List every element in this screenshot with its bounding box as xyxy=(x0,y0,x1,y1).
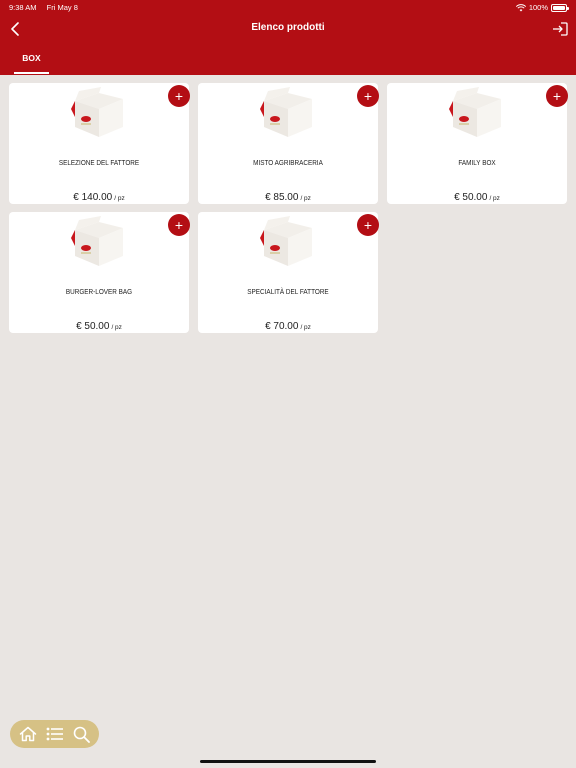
bottom-nav xyxy=(10,720,99,748)
product-box-image xyxy=(260,87,312,137)
sign-in-icon xyxy=(553,22,568,36)
status-left: 9:38 AM Fri May 8 xyxy=(9,3,86,12)
app-header: 9:38 AM Fri May 8 100% Elenco prodotti B… xyxy=(0,0,576,75)
product-name: SELEZIONE DEL FATTORE xyxy=(58,158,140,167)
add-to-cart-button[interactable]: + xyxy=(168,214,190,236)
add-to-cart-button[interactable]: + xyxy=(357,85,379,107)
search-icon xyxy=(73,726,90,743)
product-price: € 50.00 xyxy=(76,321,110,332)
status-time: 9:38 AM xyxy=(9,3,37,12)
battery-icon xyxy=(551,3,569,12)
product-name: FAMILY BOX xyxy=(458,158,496,167)
add-to-cart-button[interactable]: + xyxy=(546,85,568,107)
list-icon xyxy=(46,727,63,741)
product-box-image xyxy=(71,87,123,137)
price-row: € 140.00/ pz xyxy=(9,187,189,205)
home-icon xyxy=(19,726,36,742)
product-name: BURGER-LOVER BAG xyxy=(65,287,133,296)
product-price: € 70.00 xyxy=(265,321,299,332)
search-button[interactable] xyxy=(71,723,93,745)
plus-icon: + xyxy=(174,217,184,233)
product-price: € 85.00 xyxy=(265,192,299,203)
add-to-cart-button[interactable]: + xyxy=(357,214,379,236)
product-price: € 50.00 xyxy=(454,192,488,203)
price-row: € 70.00/ pz xyxy=(198,316,378,334)
product-card[interactable]: BURGER-LOVER BAG € 50.00/ pz + xyxy=(9,212,190,334)
plus-icon: + xyxy=(174,88,184,104)
login-button[interactable] xyxy=(550,19,570,39)
product-name: SPECIALITÀ DEL FATTORE xyxy=(247,287,329,296)
product-box-image xyxy=(260,216,312,266)
product-card[interactable]: SPECIALITÀ DEL FATTORE € 70.00/ pz + xyxy=(198,212,379,334)
price-row: € 50.00/ pz xyxy=(9,316,189,334)
price-row: € 85.00/ pz xyxy=(198,187,378,205)
plus-icon: + xyxy=(552,88,562,104)
product-card[interactable]: FAMILY BOX € 50.00/ pz + xyxy=(387,83,568,205)
price-unit: / pz xyxy=(300,195,311,202)
plus-icon: + xyxy=(363,217,373,233)
status-right: 100% xyxy=(515,3,569,12)
list-button[interactable] xyxy=(44,723,66,745)
tab-box-label: BOX xyxy=(22,53,41,63)
product-box-image xyxy=(449,87,501,137)
battery-percent: 100% xyxy=(528,3,548,12)
price-unit: / pz xyxy=(300,324,311,331)
tab-active-indicator xyxy=(14,72,49,74)
status-bar: 9:38 AM Fri May 8 100% xyxy=(0,0,576,14)
product-card[interactable]: MISTO AGRIBRACERIA € 85.00/ pz + xyxy=(198,83,379,205)
home-button[interactable] xyxy=(17,723,39,745)
price-unit: / pz xyxy=(489,195,500,202)
wifi-icon xyxy=(515,3,526,11)
status-date: Fri May 8 xyxy=(46,3,78,12)
price-unit: / pz xyxy=(114,195,125,202)
product-name: MISTO AGRIBRACERIA xyxy=(253,158,323,167)
page-title: Elenco prodotti xyxy=(251,22,325,33)
add-to-cart-button[interactable]: + xyxy=(168,85,190,107)
plus-icon: + xyxy=(363,88,373,104)
price-row: € 50.00/ pz xyxy=(387,187,567,205)
product-price: € 140.00 xyxy=(73,192,113,203)
price-unit: / pz xyxy=(111,324,122,331)
tab-box[interactable]: BOX xyxy=(14,47,49,75)
product-box-image xyxy=(71,216,123,266)
home-indicator xyxy=(200,760,376,763)
product-card[interactable]: SELEZIONE DEL FATTORE € 140.00/ pz + xyxy=(9,83,190,205)
